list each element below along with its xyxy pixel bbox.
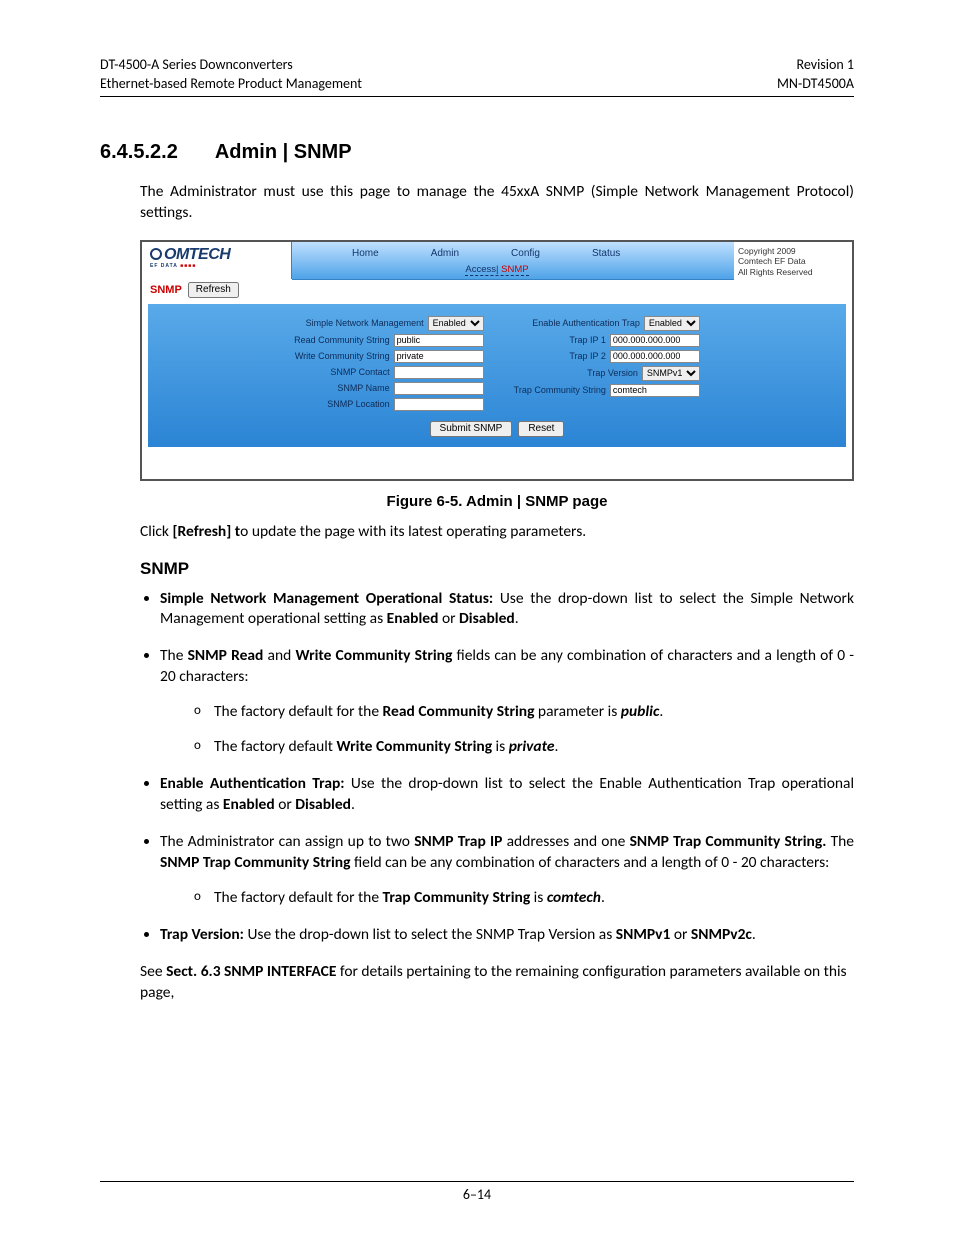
comtech-logo: OMTECH EF DATA ■■■■	[142, 242, 292, 279]
snmp-name-input[interactable]	[394, 382, 484, 395]
snmp-label: SNMP	[150, 284, 182, 296]
trap-ip2-label: Trap IP 2	[569, 351, 606, 361]
bullet-2: The SNMP Read and Write Community String…	[160, 646, 854, 758]
section-title-text: Admin | SNMP	[215, 141, 352, 163]
right-column: Enable Authentication Trap Enabled Trap …	[514, 316, 700, 411]
header-left-line2: Ethernet-based Remote Product Management	[100, 75, 362, 92]
bullet-1: Simple Network Management Operational St…	[160, 589, 854, 631]
closing-paragraph: See Sect. 6.3 SNMP INTERFACE for details…	[140, 962, 854, 1004]
write-comm-label: Write Community String	[295, 351, 390, 361]
header-right-line1: Revision 1	[797, 56, 854, 73]
auth-trap-select[interactable]: Enabled	[644, 316, 700, 331]
bullet-2-sub-2: The factory default Write Community Stri…	[194, 737, 854, 758]
snmp-location-label: SNMP Location	[327, 399, 389, 409]
read-comm-label: Read Community String	[294, 335, 390, 345]
header-right-line2: MN-DT4500A	[777, 75, 854, 92]
snmp-subheading: SNMP	[140, 559, 854, 579]
trap-version-select[interactable]: SNMPv1	[642, 366, 700, 381]
nav-config[interactable]: Config	[511, 248, 540, 259]
trap-ip2-input[interactable]	[610, 350, 700, 363]
left-column: Simple Network Management Enabled Read C…	[294, 316, 484, 411]
globe-icon	[150, 248, 162, 260]
page-number: 6–14	[100, 1181, 854, 1203]
bullet-2-sub-1: The factory default for the Read Communi…	[194, 702, 854, 723]
snmp-page-screenshot: OMTECH EF DATA ■■■■ Home Admin Config St…	[140, 240, 854, 481]
snmp-contact-input[interactable]	[394, 366, 484, 379]
sub-nav[interactable]: Access| SNMP	[465, 264, 528, 276]
snmp-contact-label: SNMP Contact	[330, 367, 389, 377]
snmp-location-input[interactable]	[394, 398, 484, 411]
nav-status[interactable]: Status	[592, 248, 620, 259]
auth-trap-label: Enable Authentication Trap	[532, 318, 640, 328]
read-comm-input[interactable]	[394, 334, 484, 347]
reset-button[interactable]: Reset	[518, 421, 564, 437]
copyright-block: Copyright 2009 Comtech EF Data All Right…	[734, 242, 852, 278]
section-heading: 6.4.5.2.2 Admin | SNMP	[100, 141, 854, 164]
figure-caption: Figure 6-5. Admin | SNMP page	[140, 493, 854, 510]
trap-version-label: Trap Version	[587, 368, 638, 378]
snm-label: Simple Network Management	[306, 318, 424, 328]
bullet-list: Simple Network Management Operational St…	[100, 589, 854, 946]
trap-comm-input[interactable]	[610, 384, 700, 397]
section-number: 6.4.5.2.2	[100, 141, 210, 164]
bullet-5: Trap Version: Use the drop-down list to …	[160, 925, 854, 946]
page-header: DT-4500-A Series Downconverters Ethernet…	[100, 56, 854, 97]
header-left-line1: DT-4500-A Series Downconverters	[100, 56, 293, 73]
bullet-3: Enable Authentication Trap: Use the drop…	[160, 774, 854, 816]
nav-home[interactable]: Home	[352, 248, 379, 259]
submit-snmp-button[interactable]: Submit SNMP	[430, 421, 513, 437]
snm-select[interactable]: Enabled	[428, 316, 484, 331]
refresh-button[interactable]: Refresh	[188, 282, 239, 298]
click-refresh-paragraph: Click [Refresh] to update the page with …	[140, 522, 854, 543]
nav-admin[interactable]: Admin	[431, 248, 459, 259]
intro-paragraph: The Administrator must use this page to …	[140, 182, 854, 224]
trap-ip1-input[interactable]	[610, 334, 700, 347]
trap-comm-label: Trap Community String	[514, 385, 606, 395]
trap-ip1-label: Trap IP 1	[569, 335, 606, 345]
snmp-name-label: SNMP Name	[337, 383, 389, 393]
bullet-4-sub-1: The factory default for the Trap Communi…	[194, 888, 854, 909]
bullet-4: The Administrator can assign up to two S…	[160, 832, 854, 909]
write-comm-input[interactable]	[394, 350, 484, 363]
